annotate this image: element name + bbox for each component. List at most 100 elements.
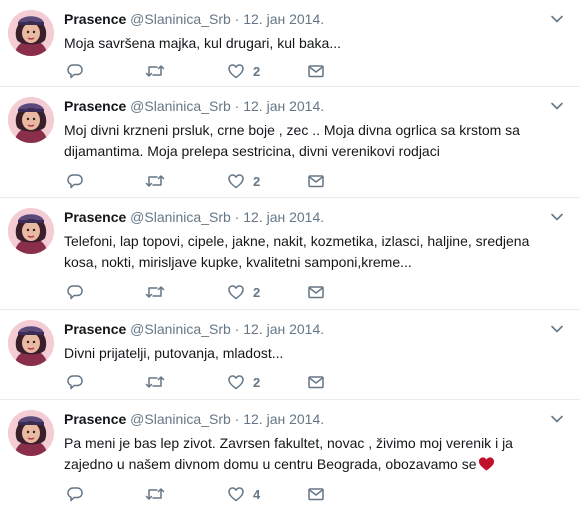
tweet[interactable]: Prasence @Slaninica_Srb · 12. јан 2014. …: [0, 198, 580, 310]
retweet-button[interactable]: [145, 282, 165, 302]
separator-dot: ·: [234, 98, 240, 114]
display-name[interactable]: Prasence: [64, 209, 126, 225]
avatar[interactable]: [8, 410, 54, 456]
retweet-icon: [145, 286, 165, 298]
separator-dot: ·: [234, 209, 240, 225]
direct-message-button[interactable]: [307, 61, 325, 81]
user-handle[interactable]: @Slaninica_Srb: [130, 321, 231, 337]
tweet[interactable]: Prasence @Slaninica_Srb · 12. јан 2014. …: [0, 0, 580, 87]
retweet-button[interactable]: [145, 372, 165, 392]
tweet-actions: 4: [64, 484, 364, 504]
like-icon: [228, 487, 244, 502]
retweet-icon: [145, 175, 165, 187]
tweet-header: Prasence @Slaninica_Srb · 12. јан 2014.: [64, 208, 564, 226]
timestamp[interactable]: 12. јан 2014.: [243, 98, 324, 114]
timestamp[interactable]: 12. јан 2014.: [243, 411, 324, 427]
caret-down-icon[interactable]: [550, 99, 564, 113]
tweet-text-wrap: Pa meni je bas lep zivot. Zavrsen fakult…: [64, 433, 564, 475]
tweet-actions: 2: [64, 61, 364, 81]
display-name[interactable]: Prasence: [64, 11, 126, 27]
tweet-content: Prasence @Slaninica_Srb · 12. јан 2014. …: [64, 10, 564, 54]
like-button[interactable]: 2: [227, 171, 260, 191]
tweet[interactable]: Prasence @Slaninica_Srb · 12. јан 2014. …: [0, 310, 580, 400]
like-count: 2: [253, 63, 261, 79]
user-handle[interactable]: @Slaninica_Srb: [130, 11, 231, 27]
like-count: 2: [253, 173, 261, 189]
timestamp[interactable]: 12. јан 2014.: [243, 209, 324, 225]
direct-message-button[interactable]: [307, 484, 325, 504]
like-count: 4: [253, 486, 261, 502]
display-name[interactable]: Prasence: [64, 411, 126, 427]
reply-button[interactable]: [66, 484, 84, 504]
avatar[interactable]: [8, 208, 54, 254]
tweet-content: Prasence @Slaninica_Srb · 12. јан 2014. …: [64, 320, 564, 364]
like-button[interactable]: 2: [227, 372, 260, 392]
tweet-content: Prasence @Slaninica_Srb · 12. јан 2014. …: [64, 97, 564, 162]
direct-message-icon: [308, 175, 324, 188]
reply-icon: [67, 375, 83, 390]
retweet-button[interactable]: [145, 171, 165, 191]
reply-icon: [67, 64, 83, 79]
direct-message-icon: [308, 488, 324, 501]
tweet-text: Telefoni, lap topovi, cipele, jakne, nak…: [64, 233, 534, 270]
separator-dot: ·: [234, 11, 240, 27]
tweet-actions: 2: [64, 171, 364, 191]
caret-down-icon[interactable]: [550, 12, 564, 26]
display-name[interactable]: Prasence: [64, 98, 126, 114]
caret-down-icon[interactable]: [550, 210, 564, 224]
reply-icon: [67, 174, 83, 189]
tweet-actions: 2: [64, 282, 364, 302]
user-handle[interactable]: @Slaninica_Srb: [130, 411, 231, 427]
tweet-text: Divni prijatelji, putovanja, mladost...: [64, 345, 284, 361]
tweet-header: Prasence @Slaninica_Srb · 12. јан 2014.: [64, 97, 564, 115]
red-heart-emoji: [479, 457, 495, 471]
avatar[interactable]: [8, 320, 54, 366]
retweet-icon: [145, 65, 165, 77]
tweet[interactable]: Prasence @Slaninica_Srb · 12. јан 2014. …: [0, 400, 580, 513]
retweet-button[interactable]: [145, 61, 165, 81]
tweet-header: Prasence @Slaninica_Srb · 12. јан 2014.: [64, 410, 564, 428]
like-icon: [228, 64, 244, 79]
reply-button[interactable]: [66, 171, 84, 191]
tweet-text: Moja savršena majka, kul drugari, kul ba…: [64, 35, 342, 51]
avatar[interactable]: [8, 10, 54, 56]
direct-message-icon: [308, 376, 324, 389]
like-button[interactable]: 2: [227, 61, 260, 81]
reply-button[interactable]: [66, 372, 84, 392]
user-handle[interactable]: @Slaninica_Srb: [130, 98, 231, 114]
tweet-text: Pa meni je bas lep zivot. Zavrsen fakult…: [64, 435, 517, 472]
tweet-feed: Prasence @Slaninica_Srb · 12. јан 2014. …: [0, 0, 580, 513]
timestamp[interactable]: 12. јан 2014.: [243, 321, 324, 337]
tweet-header: Prasence @Slaninica_Srb · 12. јан 2014.: [64, 10, 564, 28]
like-icon: [228, 375, 244, 390]
reply-icon: [67, 285, 83, 300]
retweet-icon: [145, 488, 165, 500]
timestamp[interactable]: 12. јан 2014.: [243, 11, 324, 27]
separator-dot: ·: [234, 411, 240, 427]
tweet[interactable]: Prasence @Slaninica_Srb · 12. јан 2014. …: [0, 87, 580, 198]
tweet-content: Prasence @Slaninica_Srb · 12. јан 2014. …: [64, 208, 564, 273]
caret-down-icon[interactable]: [550, 412, 564, 426]
display-name[interactable]: Prasence: [64, 321, 126, 337]
like-icon: [228, 174, 244, 189]
reply-button[interactable]: [66, 282, 84, 302]
direct-message-button[interactable]: [307, 282, 325, 302]
like-button[interactable]: 4: [227, 484, 260, 504]
caret-down-icon[interactable]: [550, 322, 564, 336]
direct-message-icon: [308, 65, 324, 78]
like-count: 2: [253, 284, 261, 300]
reply-icon: [67, 487, 83, 502]
like-button[interactable]: 2: [227, 282, 260, 302]
direct-message-button[interactable]: [307, 171, 325, 191]
like-icon: [228, 285, 244, 300]
tweet-text: Moj divni krzneni prsluk, crne boje , ze…: [64, 122, 524, 159]
retweet-button[interactable]: [145, 484, 165, 504]
reply-button[interactable]: [66, 61, 84, 81]
avatar[interactable]: [8, 97, 54, 143]
user-handle[interactable]: @Slaninica_Srb: [130, 209, 231, 225]
retweet-icon: [145, 376, 165, 388]
direct-message-button[interactable]: [307, 372, 325, 392]
separator-dot: ·: [234, 321, 240, 337]
direct-message-icon: [308, 286, 324, 299]
tweet-header: Prasence @Slaninica_Srb · 12. јан 2014.: [64, 320, 564, 338]
